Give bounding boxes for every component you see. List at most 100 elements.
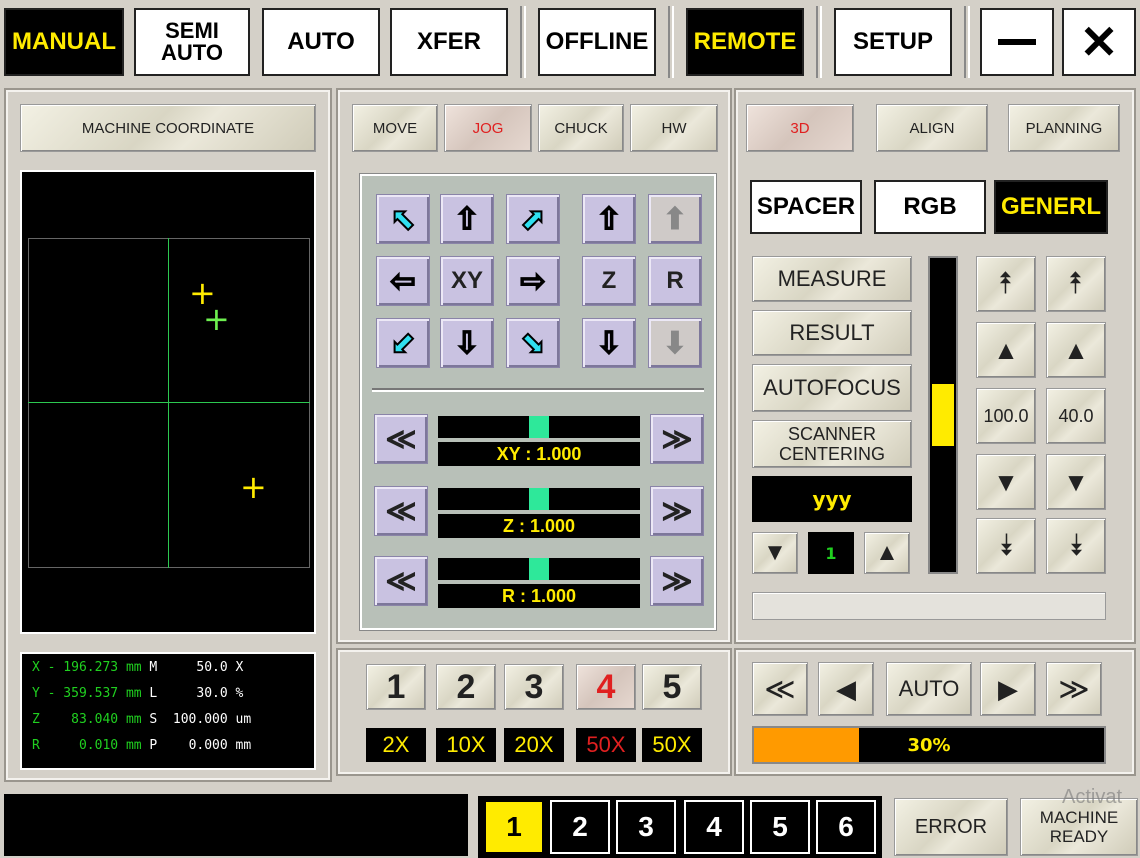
jog-down-left-button[interactable]: ⬋ — [376, 318, 430, 368]
result-button[interactable]: RESULT — [752, 310, 912, 356]
lens-3-mag: 20X — [504, 728, 564, 762]
page-tab-4[interactable]: 4 — [684, 800, 744, 854]
double-right-icon: ≫ — [661, 422, 693, 456]
readout-row-x: X - 196.273 mm M 50.0 X — [32, 660, 244, 675]
r-speed-label: R : 1.000 — [438, 584, 640, 608]
jog-r-down-button[interactable]: ⬇ — [648, 318, 702, 368]
previous-button[interactable]: ◀ — [818, 662, 874, 716]
tab-align[interactable]: ALIGN — [876, 104, 988, 152]
z-speed-up-button[interactable]: ≫ — [650, 486, 704, 536]
last-button[interactable]: ≫ — [1046, 662, 1102, 716]
lens-4-button[interactable]: 4 — [576, 664, 636, 710]
offline-button[interactable]: OFFLINE — [538, 8, 656, 76]
minimize-button[interactable] — [980, 8, 1054, 76]
measure-button[interactable]: MEASURE — [752, 256, 912, 302]
page-tab-6[interactable]: 6 — [816, 800, 876, 854]
tab-jog[interactable]: JOG — [444, 104, 532, 152]
arrow-down-icon: ⬇ — [662, 326, 688, 360]
auto-button[interactable]: AUTO — [886, 662, 972, 716]
subtab-generl[interactable]: GENERL — [994, 180, 1108, 234]
arrow-down-icon: ⇩ — [454, 326, 480, 360]
next-button[interactable]: ▶ — [980, 662, 1036, 716]
level1-up-button[interactable]: ▲ — [976, 322, 1036, 378]
close-button[interactable]: ✕ — [1062, 8, 1136, 76]
arrow-left-icon: ⇦ — [390, 264, 416, 298]
readout-row-y: Y - 359.537 mm L 30.0 % — [32, 686, 244, 701]
slider-knob[interactable] — [529, 488, 549, 510]
level2-value: 40.0 — [1046, 388, 1106, 444]
level1-fast-up-button[interactable]: ⯭ — [976, 256, 1036, 312]
subtab-spacer[interactable]: SPACER — [750, 180, 862, 234]
r-speed-slider[interactable] — [438, 558, 640, 580]
lens-3-button[interactable]: 3 — [504, 664, 564, 710]
autofocus-button[interactable]: AUTOFOCUS — [752, 364, 912, 412]
vertical-level-bar[interactable] — [928, 256, 958, 574]
remote-button[interactable]: REMOTE — [686, 8, 804, 76]
r-speed-down-button[interactable]: ≪ — [374, 556, 428, 606]
level2-fast-down-button[interactable]: ⯯ — [1046, 518, 1106, 574]
tab-move[interactable]: MOVE — [352, 104, 438, 152]
double-up-icon: ⯭ — [997, 267, 1015, 300]
jog-up-right-button[interactable]: ⬈ — [506, 194, 560, 244]
slider-knob[interactable] — [529, 416, 549, 438]
jog-right-button[interactable]: ⇨ — [506, 256, 560, 306]
jog-up-button[interactable]: ⇧ — [440, 194, 494, 244]
counter-down-button[interactable]: ▼ — [752, 532, 798, 574]
first-button[interactable]: ≪ — [752, 662, 808, 716]
arrow-right-icon: ⇨ — [520, 264, 546, 298]
xy-speed-down-button[interactable]: ≪ — [374, 414, 428, 464]
page-tab-3[interactable]: 3 — [616, 800, 676, 854]
subtab-rgb[interactable]: RGB — [874, 180, 986, 234]
recipe-name-display: yyy — [752, 476, 912, 522]
tab-3d[interactable]: 3D — [746, 104, 854, 152]
lens-1-button[interactable]: 1 — [366, 664, 426, 710]
setup-button[interactable]: SETUP — [834, 8, 952, 76]
map-frame — [28, 238, 310, 568]
error-button[interactable]: ERROR — [894, 798, 1008, 856]
jog-left-button[interactable]: ⇦ — [376, 256, 430, 306]
level2-up-button[interactable]: ▲ — [1046, 322, 1106, 378]
level1-value: 100.0 — [976, 388, 1036, 444]
jog-z-label: Z — [582, 256, 636, 306]
tab-hw[interactable]: HW — [630, 104, 718, 152]
xy-speed-up-button[interactable]: ≫ — [650, 414, 704, 464]
page-tab-1[interactable]: 1 — [484, 800, 544, 854]
jog-down-button[interactable]: ⇩ — [440, 318, 494, 368]
map-marker: + — [240, 468, 267, 506]
r-speed-up-button[interactable]: ≫ — [650, 556, 704, 606]
jog-down-right-button[interactable]: ⬊ — [506, 318, 560, 368]
divider — [372, 388, 704, 392]
coordinate-map[interactable]: + + + — [20, 170, 316, 634]
level1-fast-down-button[interactable]: ⯯ — [976, 518, 1036, 574]
z-speed-down-button[interactable]: ≪ — [374, 486, 428, 536]
jog-z-up-button[interactable]: ⇧ — [582, 194, 636, 244]
level2-down-button[interactable]: ▼ — [1046, 454, 1106, 510]
scanner-centering-button[interactable]: SCANNER CENTERING — [752, 420, 912, 468]
lens-5-button[interactable]: 5 — [642, 664, 702, 710]
arrow-down-right-icon: ⬊ — [520, 326, 546, 360]
double-left-icon: ≪ — [385, 422, 417, 456]
arrow-up-icon: ⇧ — [454, 202, 480, 236]
lens-1-mag: 2X — [366, 728, 426, 762]
level1-down-button[interactable]: ▼ — [976, 454, 1036, 510]
page-tab-2[interactable]: 2 — [550, 800, 610, 854]
mode-auto-button[interactable]: AUTO — [262, 8, 380, 76]
mode-xfer-button[interactable]: XFER — [390, 8, 508, 76]
xy-speed-slider[interactable] — [438, 416, 640, 438]
lens-2-button[interactable]: 2 — [436, 664, 496, 710]
counter-up-button[interactable]: ▲ — [864, 532, 910, 574]
tab-chuck[interactable]: CHUCK — [538, 104, 624, 152]
page-tab-5[interactable]: 5 — [750, 800, 810, 854]
triangle-up-icon: ▲ — [875, 539, 899, 566]
z-speed-slider[interactable] — [438, 488, 640, 510]
tab-planning[interactable]: PLANNING — [1008, 104, 1120, 152]
jog-z-down-button[interactable]: ⇩ — [582, 318, 636, 368]
jog-r-up-button[interactable]: ⬆ — [648, 194, 702, 244]
jog-up-left-button[interactable]: ⬉ — [376, 194, 430, 244]
lens-5-mag: 50X — [642, 728, 702, 762]
level2-fast-up-button[interactable]: ⯭ — [1046, 256, 1106, 312]
mode-semi-auto-button[interactable]: SEMI AUTO — [134, 8, 250, 76]
slider-knob[interactable] — [529, 558, 549, 580]
mode-manual-button[interactable]: MANUAL — [4, 8, 124, 76]
machine-coordinate-button[interactable]: MACHINE COORDINATE — [20, 104, 316, 152]
